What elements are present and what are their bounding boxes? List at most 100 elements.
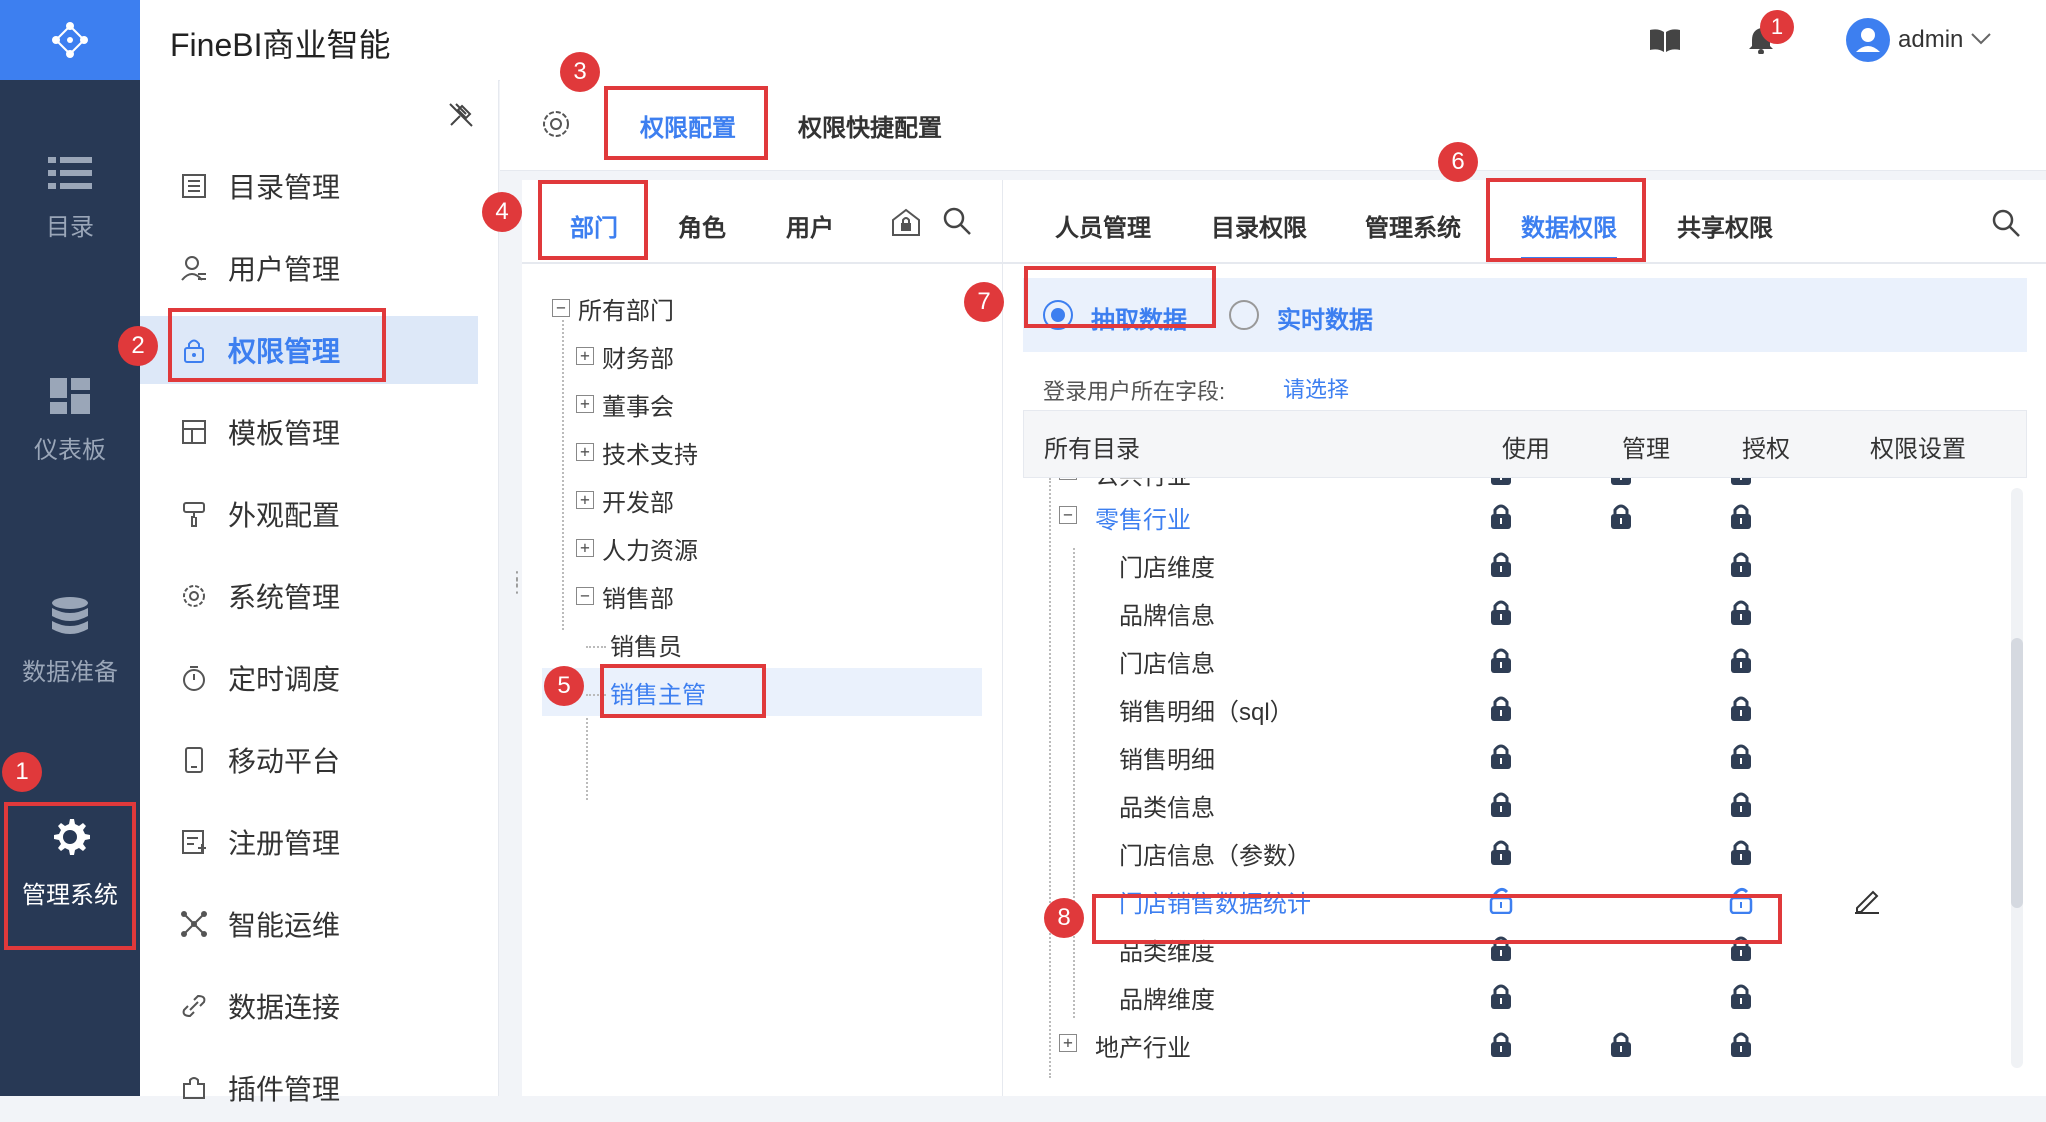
lock-icon[interactable] bbox=[1729, 502, 1753, 530]
step-badge: 7 bbox=[964, 282, 1004, 322]
book-icon[interactable] bbox=[1650, 28, 1680, 52]
tree-node[interactable]: + 财务部 bbox=[576, 334, 674, 378]
annotation-box bbox=[604, 86, 768, 160]
lock-icon[interactable] bbox=[1729, 646, 1753, 674]
search-icon[interactable] bbox=[1991, 208, 2021, 238]
sidebar-item-users[interactable]: 用户管理 bbox=[140, 234, 478, 302]
expand-icon[interactable]: + bbox=[576, 491, 594, 509]
tab-personnel[interactable]: 人员管理 bbox=[1055, 208, 1151, 243]
sidebar-item-ops[interactable]: 智能运维 bbox=[140, 890, 478, 958]
table-row[interactable]: 品牌维度 bbox=[1023, 972, 2023, 1020]
table-row[interactable]: 品类信息 bbox=[1023, 780, 2023, 828]
collapse-icon[interactable]: − bbox=[576, 587, 594, 605]
tree-node-root[interactable]: − 所有部门 bbox=[552, 286, 674, 330]
splitter-handle[interactable]: ⋮⋮ bbox=[508, 569, 526, 595]
admin-sidebar: 目录管理 用户管理 权限管理 模板管理 外观配置 系统管理 定时调度 移动平台 … bbox=[140, 80, 499, 1105]
lock-icon[interactable] bbox=[1489, 982, 1513, 1010]
tab-admin-system[interactable]: 管理系统 bbox=[1365, 208, 1461, 243]
sidebar-item-mobile[interactable]: 移动平台 bbox=[140, 726, 478, 794]
lock-icon[interactable] bbox=[1489, 790, 1513, 818]
lock-icon[interactable] bbox=[1609, 478, 1633, 486]
login-field-select[interactable]: 请选择 bbox=[1283, 372, 1349, 404]
table-row[interactable]: 品牌信息 bbox=[1023, 588, 2023, 636]
lock-icon[interactable] bbox=[1729, 838, 1753, 866]
sidebar-item-appearance[interactable]: 外观配置 bbox=[140, 480, 478, 548]
rail-item-dashboard[interactable]: 仪表板 bbox=[0, 378, 140, 465]
database-icon bbox=[52, 597, 88, 634]
tab-share-permission[interactable]: 共享权限 bbox=[1677, 208, 1773, 243]
tree-node[interactable]: + 技术支持 bbox=[576, 430, 698, 474]
table-row[interactable]: + 地产行业 bbox=[1023, 1020, 2023, 1068]
tree-node[interactable]: + 开发部 bbox=[576, 478, 674, 522]
lock-icon[interactable] bbox=[1489, 598, 1513, 626]
collapse-icon[interactable]: − bbox=[552, 299, 570, 317]
lock-icon[interactable] bbox=[1729, 550, 1753, 578]
expand-icon[interactable]: + bbox=[576, 347, 594, 365]
lock-icon[interactable] bbox=[1489, 478, 1513, 486]
unpin-icon[interactable] bbox=[448, 102, 474, 128]
inherit-lock-icon[interactable] bbox=[890, 206, 922, 238]
lock-icon[interactable] bbox=[1489, 646, 1513, 674]
annotation-box bbox=[538, 180, 648, 260]
sidebar-item-connections[interactable]: 数据连接 bbox=[140, 972, 478, 1040]
tree-node[interactable]: 销售员 bbox=[610, 622, 682, 666]
lock-icon[interactable] bbox=[1729, 742, 1753, 770]
lock-icon[interactable] bbox=[1489, 838, 1513, 866]
avatar[interactable] bbox=[1846, 18, 1890, 62]
lock-icon[interactable] bbox=[1729, 1030, 1753, 1058]
rail-item-data-prep[interactable]: 数据准备 bbox=[0, 596, 140, 687]
register-icon bbox=[178, 826, 210, 858]
expand-icon[interactable]: + bbox=[576, 539, 594, 557]
tree-node[interactable]: + 董事会 bbox=[576, 382, 674, 426]
lock-icon[interactable] bbox=[1729, 598, 1753, 626]
radio-realtime[interactable] bbox=[1229, 300, 1259, 330]
collapse-icon[interactable]: − bbox=[1059, 506, 1077, 524]
dashboard-icon bbox=[50, 378, 90, 414]
scrollbar-thumb[interactable] bbox=[2011, 638, 2023, 908]
lock-icon[interactable] bbox=[1729, 694, 1753, 722]
settings-icon[interactable] bbox=[540, 108, 572, 140]
sidebar-item-plugins[interactable]: 插件管理 bbox=[140, 1054, 478, 1122]
sidebar-item-system[interactable]: 系统管理 bbox=[140, 562, 478, 630]
sidebar-item-templates[interactable]: 模板管理 bbox=[140, 398, 478, 466]
tab-users[interactable]: 用户 bbox=[786, 208, 834, 243]
username[interactable]: admin bbox=[1898, 26, 1963, 54]
app-logo[interactable] bbox=[0, 0, 140, 80]
chevron-down-icon[interactable] bbox=[1970, 32, 1992, 46]
rail-item-catalog[interactable]: 目录 bbox=[0, 155, 140, 242]
table-row[interactable]: 门店维度 bbox=[1023, 540, 2023, 588]
radio-realtime-label[interactable]: 实时数据 bbox=[1277, 300, 1373, 335]
table-row[interactable]: 销售明细 bbox=[1023, 732, 2023, 780]
search-icon[interactable] bbox=[942, 206, 972, 236]
expand-icon[interactable]: + bbox=[1059, 1034, 1077, 1052]
tab-permission-quick-config[interactable]: 权限快捷配置 bbox=[798, 108, 942, 143]
expand-icon[interactable]: + bbox=[1059, 478, 1077, 480]
expand-icon[interactable]: + bbox=[576, 395, 594, 413]
lock-icon[interactable] bbox=[1489, 694, 1513, 722]
annotation-box bbox=[600, 664, 766, 718]
sidebar-item-registration[interactable]: 注册管理 bbox=[140, 808, 478, 876]
sidebar-item-schedule[interactable]: 定时调度 bbox=[140, 644, 478, 712]
tab-catalog-permission[interactable]: 目录权限 bbox=[1211, 208, 1307, 243]
tree-node[interactable]: + 人力资源 bbox=[576, 526, 698, 570]
table-row[interactable]: 销售明细（sql） bbox=[1023, 684, 2023, 732]
lock-icon[interactable] bbox=[1729, 478, 1753, 486]
tree-node[interactable]: − 销售部 bbox=[576, 574, 674, 618]
lock-icon[interactable] bbox=[1489, 550, 1513, 578]
lock-icon[interactable] bbox=[1609, 502, 1633, 530]
lock-icon[interactable] bbox=[1489, 1030, 1513, 1058]
lock-icon[interactable] bbox=[1729, 790, 1753, 818]
sidebar-item-label: 模板管理 bbox=[228, 418, 341, 449]
table-row[interactable]: − 零售行业 bbox=[1023, 492, 2023, 540]
edit-icon[interactable] bbox=[1853, 886, 1881, 914]
scrollbar-track[interactable] bbox=[2011, 488, 2023, 1068]
lock-icon[interactable] bbox=[1489, 502, 1513, 530]
sidebar-item-catalog[interactable]: 目录管理 bbox=[140, 152, 478, 220]
lock-icon[interactable] bbox=[1729, 982, 1753, 1010]
lock-icon[interactable] bbox=[1609, 1030, 1633, 1058]
lock-icon[interactable] bbox=[1489, 742, 1513, 770]
expand-icon[interactable]: + bbox=[576, 443, 594, 461]
table-row[interactable]: 门店信息 bbox=[1023, 636, 2023, 684]
table-row[interactable]: 门店信息（参数） bbox=[1023, 828, 2023, 876]
tab-roles[interactable]: 角色 bbox=[678, 208, 726, 243]
